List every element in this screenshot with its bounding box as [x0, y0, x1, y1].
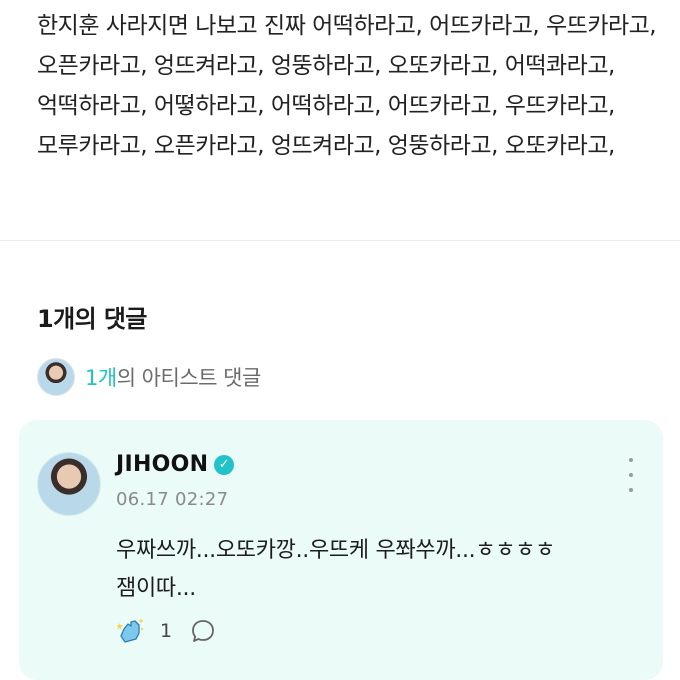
comment-bubble-icon[interactable] — [190, 618, 216, 644]
author-name: JIHOON — [116, 452, 209, 477]
cheer-reaction-icon[interactable] — [116, 616, 146, 646]
divider — [0, 240, 680, 241]
comment-timestamp: 06.17 02:27 — [116, 489, 229, 510]
more-vertical-icon[interactable] — [621, 458, 641, 492]
post-text: 한지훈 사라지면 나보고 진짜 어떡하라고, 어뜨카라고, 우뜨카라고, 오픈카… — [37, 13, 657, 159]
avatar[interactable] — [37, 452, 101, 516]
artist-comments-count: 1개 — [85, 366, 117, 390]
comments-heading: 1개의 댓글 — [37, 305, 147, 333]
artist-comments-label: 1개의 아티스트 댓글 — [85, 362, 261, 392]
artist-comments-suffix: 의 아티스트 댓글 — [116, 366, 262, 390]
artist-comments-link[interactable]: 1개의 아티스트 댓글 — [37, 357, 261, 397]
comment-author[interactable]: JIHOON ✓ — [116, 452, 235, 477]
artist-avatar — [37, 358, 75, 396]
reaction-count: 1 — [160, 620, 173, 642]
comment-actions: 1 — [116, 616, 216, 646]
comment-body-line: 잼이따... — [116, 576, 196, 601]
artist-comment-card: JIHOON ✓ 06.17 02:27 우짜쓰까...오또카깡..우뜨케 우쫘… — [19, 420, 663, 680]
comment-body: 우짜쓰까...오또카깡..우뜨케 우쫘쑤까...ㅎㅎㅎㅎ 잼이따... — [116, 532, 646, 608]
verified-badge-icon: ✓ — [214, 454, 235, 475]
comment-body-line: 우짜쓰까...오또카깡..우뜨케 우쫘쑤까...ㅎㅎㅎㅎ — [116, 538, 556, 563]
